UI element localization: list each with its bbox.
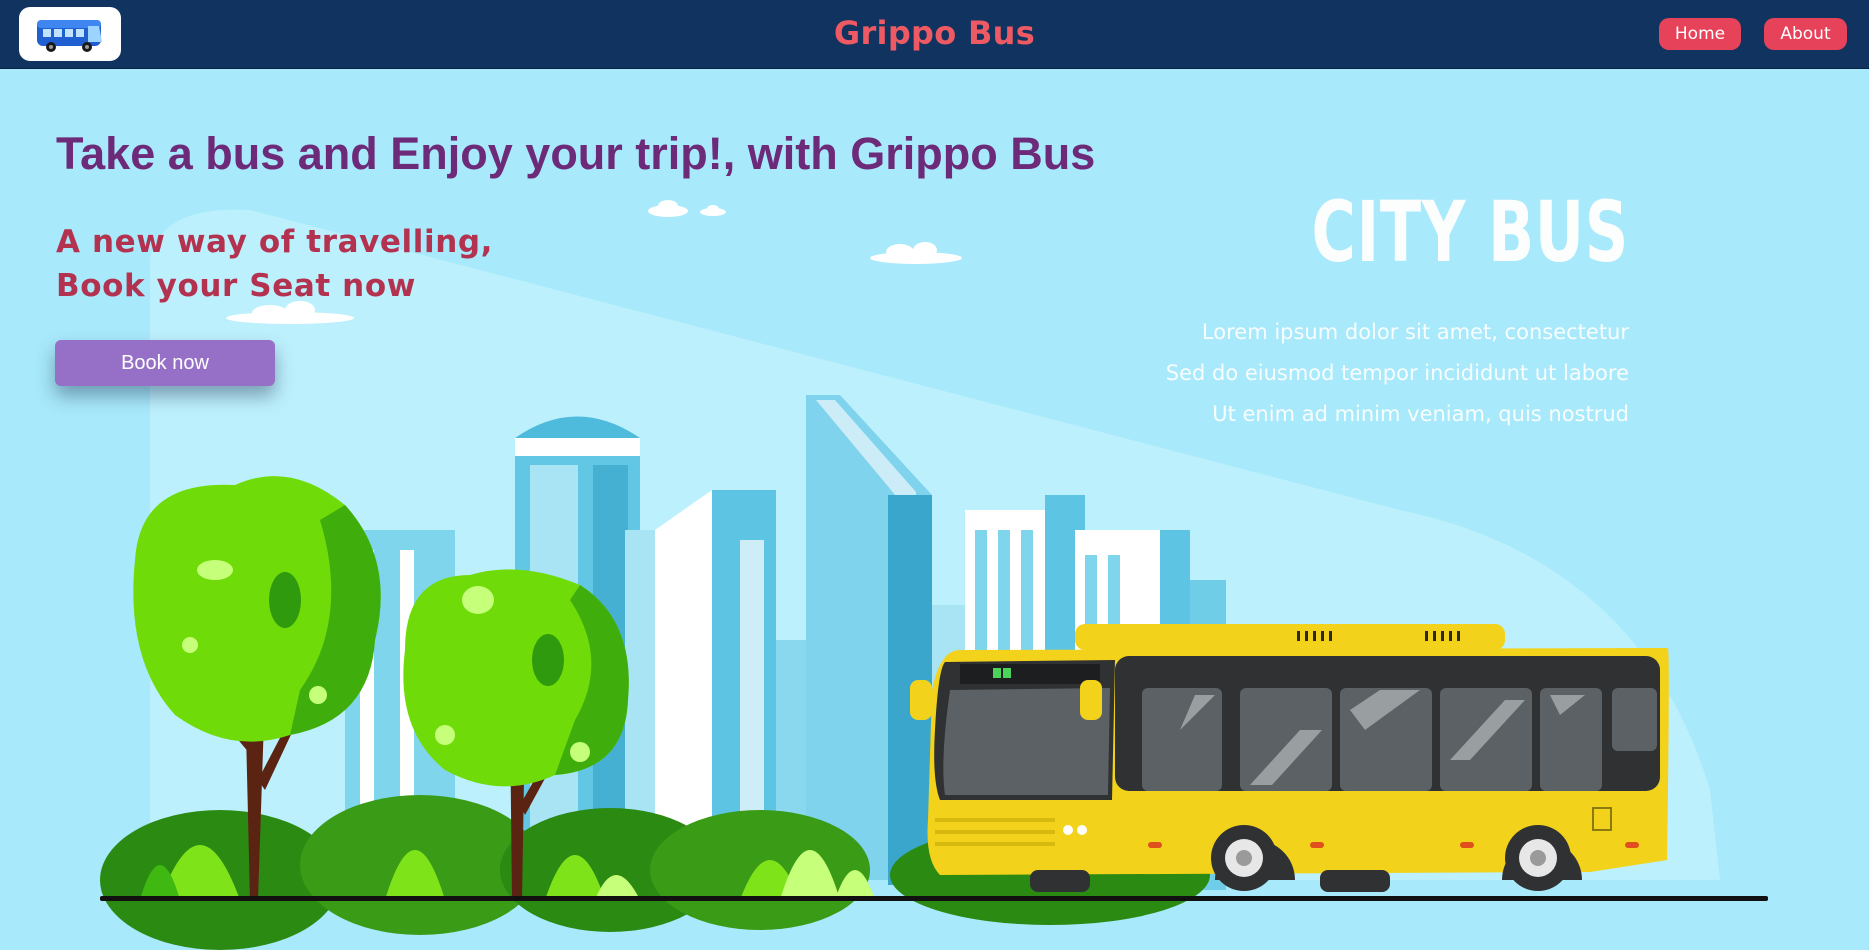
yellow-bus: [910, 624, 1669, 892]
hero-subtitle: A new way of travelling, Book your Seat …: [56, 220, 493, 308]
brand-title: Grippo Bus: [833, 14, 1036, 52]
illustration-text-line: Lorem ipsum dolor sit amet, consectetur: [1201, 320, 1629, 344]
hero-title: Take a bus and Enjoy your trip!, with Gr…: [56, 128, 1096, 179]
illustration-text-line: Sed do eiusmod tempor incididunt ut labo…: [1165, 361, 1629, 385]
illustration-text-line: Ut enim ad minim veniam, quis nostrud: [1212, 402, 1629, 426]
hero-subtitle-line: Book your Seat now: [56, 268, 416, 304]
navbar: Grippo Bus Home About: [0, 0, 1869, 69]
nav-about-button[interactable]: About: [1764, 18, 1847, 50]
nav-home-button[interactable]: Home: [1659, 18, 1741, 50]
book-now-button[interactable]: Book now: [55, 340, 275, 386]
illustration-text: Lorem ipsum dolor sit amet, consectetur …: [1166, 312, 1629, 435]
ground-line: [100, 896, 1768, 901]
city-bus-heading: CITY BUS: [1311, 183, 1629, 281]
hero-subtitle-line: A new way of travelling,: [56, 224, 494, 260]
